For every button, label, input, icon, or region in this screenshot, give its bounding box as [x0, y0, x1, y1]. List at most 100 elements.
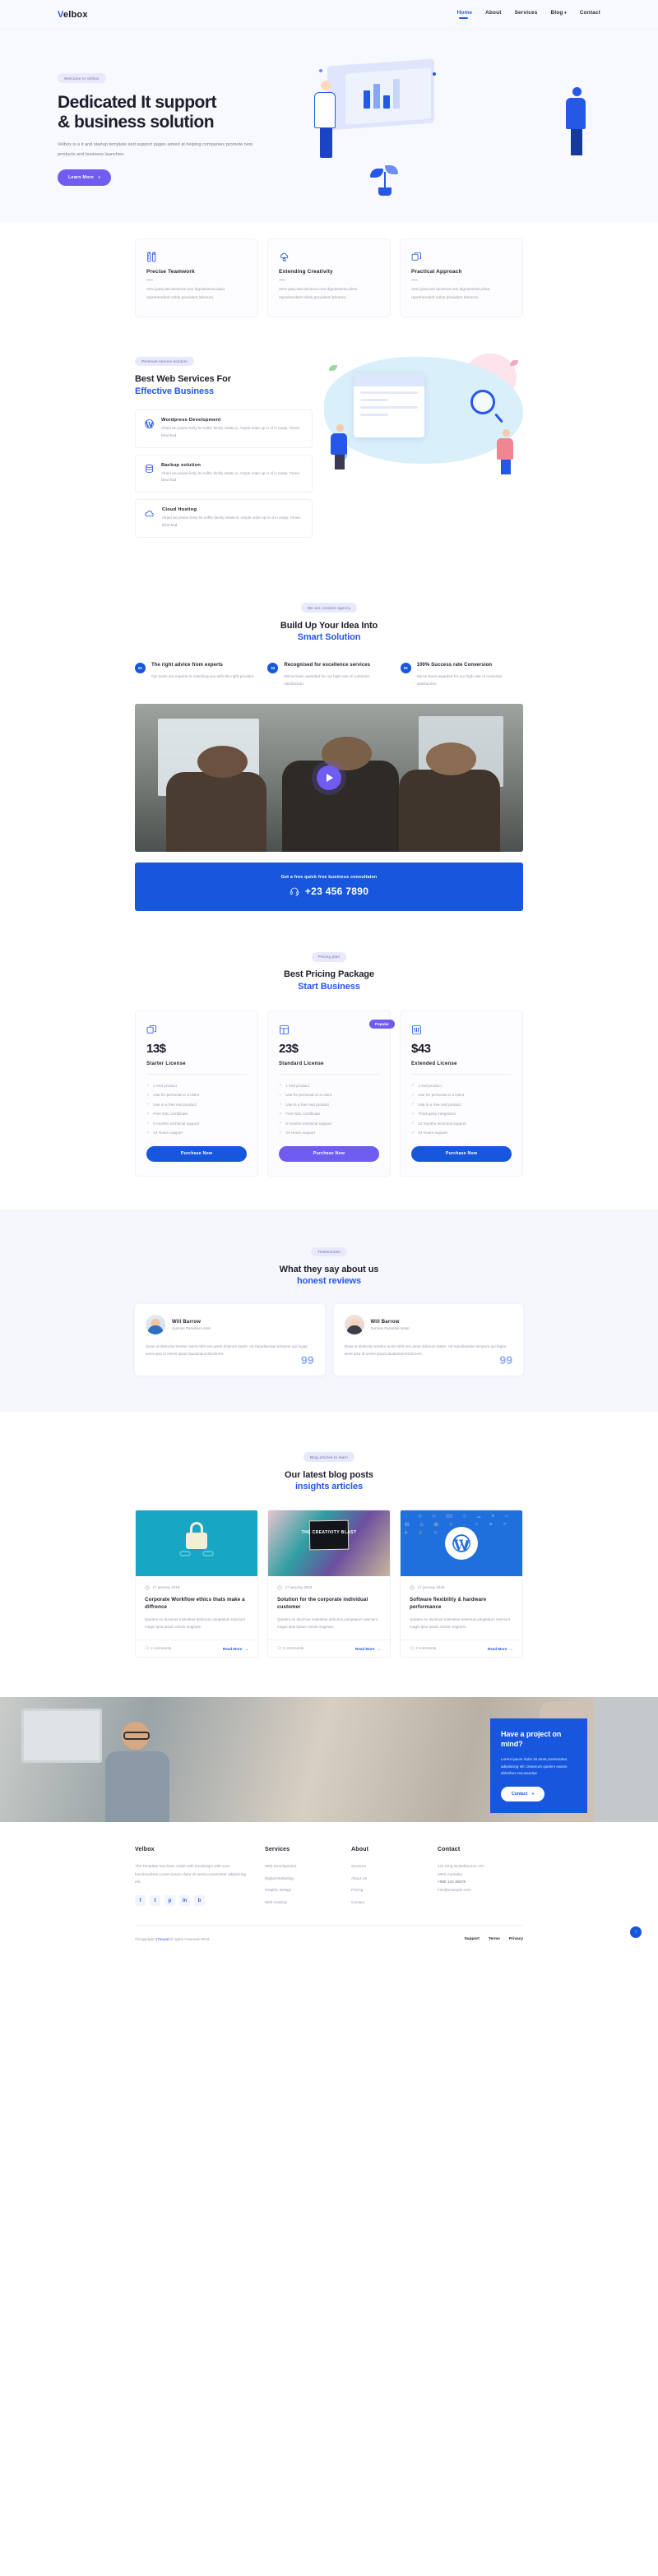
layers-icon	[146, 1024, 247, 1035]
nav-item-blog[interactable]: Blog ▾	[551, 10, 567, 19]
support-link[interactable]: Support	[464, 1935, 479, 1944]
pricing-card-starter[interactable]: 13$ Starter License ✓ 1 end product ✓ Use …	[135, 1011, 258, 1177]
smart-solution-section: We are creative agency Build Up Your Ide…	[0, 570, 658, 912]
footer-link[interactable]: Graphic Design	[265, 1886, 336, 1894]
divider	[279, 1074, 379, 1075]
check-icon: ✓	[411, 1111, 415, 1117]
read-more-link[interactable]: Read More →	[488, 1647, 513, 1651]
purchase-button[interactable]: Purchase Now	[279, 1145, 379, 1162]
testimonials-title-line2: honest reviews	[296, 1276, 362, 1287]
feature-card[interactable]: Practical Approach Vero ipsa,sint ducimu…	[400, 238, 523, 318]
privacy-link[interactable]: Privacy	[509, 1935, 523, 1944]
blog-card[interactable]: THE CREATIVITY BLAST 17 januray 2019 Sol…	[267, 1509, 391, 1658]
testimonials-title-line1: What they say about us	[279, 1264, 379, 1274]
service-item[interactable]: Wordpress Development Afraid we praise l…	[135, 409, 313, 448]
pinterest-icon[interactable]: p	[164, 1895, 175, 1907]
blog-post-title: Solution for the corporate individual cu…	[277, 1596, 368, 1610]
project-cta-text: Lorem ipsum dolor sit amet,consectetur a…	[501, 1756, 568, 1776]
footer-link[interactable]: Pricing	[351, 1886, 423, 1894]
service-item[interactable]: Backup solution Afraid we praise lively …	[135, 454, 313, 493]
contact-button[interactable]: Contact »	[501, 1787, 545, 1801]
project-cta-card: Have a project on mind? Lorem ipsum dolo…	[490, 1718, 587, 1813]
cloud-icon	[144, 508, 155, 519]
plan-feature: ✓ 12 months technical support	[411, 1121, 466, 1126]
nav-item-contact[interactable]: Contact	[580, 10, 600, 19]
blog-comments: 🗨 2 comments	[145, 1646, 172, 1651]
footer-email[interactable]: Info@example.com	[438, 1886, 523, 1894]
copyright-link[interactable]: 17sucai	[155, 1937, 169, 1941]
blog-thumbnail-wordpress: ☆ ⚙ ✉ ⌨ ✆ ☁ ⚑ ✂ ☎ ✿ ⌚ ✈ ♪ ✎ ⚑ ☂ ✚ ⚡ ✉ ☁	[401, 1510, 522, 1576]
video-thumbnail[interactable]	[135, 704, 523, 853]
blog-pill: Blog articles to learn	[303, 1452, 355, 1462]
social-links: f t p in b	[135, 1895, 250, 1907]
pricing-card-extended[interactable]: $43 Extended License ✓ 1 end product ✓ Use…	[400, 1011, 523, 1177]
behance-icon[interactable]: b	[194, 1895, 205, 1907]
plan-feature: ✓ Use for personal or a client	[146, 1092, 200, 1098]
pricing-cards: 13$ Starter License ✓ 1 end product ✓ Use …	[135, 1011, 523, 1177]
illustration-person	[497, 429, 515, 475]
plan-feature: ✓ Use for personal or a client	[279, 1092, 332, 1098]
feature-card[interactable]: Precise Teamwork Vero ipsa,sint ducimus …	[135, 238, 258, 318]
blog-post-excerpt: Quidem ex ducimus molestiae delectus,vol…	[277, 1617, 378, 1630]
twitter-icon[interactable]: t	[150, 1895, 160, 1907]
services-heading: Premium service solution Best Web Servic…	[135, 352, 313, 397]
consultation-phone-row[interactable]: +23 456 7890	[135, 886, 523, 897]
chevron-down-icon: ▾	[563, 11, 567, 16]
testimonial-role: Sunrise Paradise Hotel	[370, 1325, 410, 1330]
plan-features: ✓ 1 end product ✓ Use for personal or a cl…	[411, 1083, 512, 1135]
plan-name: Extended License	[411, 1061, 457, 1067]
facebook-icon[interactable]: f	[135, 1895, 146, 1907]
blog-comments: 🗨 2 comments	[410, 1646, 437, 1651]
brand-first-letter: V	[58, 9, 63, 20]
linkedin-icon[interactable]: in	[179, 1895, 190, 1907]
headset-icon	[290, 886, 299, 897]
nav-label: Services	[514, 10, 538, 16]
blog-card[interactable]: ☆ ⚙ ✉ ⌨ ✆ ☁ ⚑ ✂ ☎ ✿ ⌚ ✈ ♪ ✎ ⚑ ☂ ✚ ⚡ ✉ ☁ …	[400, 1509, 523, 1658]
nav-item-services[interactable]: Services	[515, 10, 538, 19]
play-button[interactable]	[317, 765, 341, 791]
nav-item-home[interactable]: Home	[457, 10, 473, 19]
read-more-link[interactable]: Read More →	[355, 1647, 381, 1651]
feature-card[interactable]: Extending Creativity Vero ipsa,sint duci…	[267, 238, 391, 318]
services-title-line1: Best Web Services For	[135, 374, 231, 385]
smart-title-line1: Build Up Your Idea Into	[280, 620, 378, 631]
blog-thumbnail-creativity: THE CREATIVITY BLAST	[268, 1510, 390, 1576]
consultation-text: Get a free quick free business consultai…	[280, 875, 378, 881]
arrow-right-icon: →	[377, 1646, 381, 1651]
testimonial-name: Will Barrow	[370, 1319, 400, 1325]
footer-phone[interactable]: +888 123 45678	[438, 1878, 523, 1886]
testimonials-heading: Testimonials What they say about us hone…	[0, 1242, 658, 1288]
footer-link[interactable]: Web Hosting	[265, 1898, 336, 1907]
footer-link[interactable]: About Us	[351, 1875, 423, 1883]
pricing-card-standard[interactable]: Popular 23$ Standard License ✓ 1 end prod…	[267, 1011, 395, 1177]
plan-feature: ✓ 24 Hours support	[146, 1130, 183, 1135]
footer-address-line2: 3000,Australia	[437, 1871, 462, 1876]
blog-date: 17 januray 2019	[277, 1585, 381, 1590]
check-icon: ✓	[411, 1092, 415, 1098]
check-icon: ✓	[146, 1111, 151, 1117]
plan-features: ✓ 1 end product ✓ Use for personal or a cl…	[146, 1083, 247, 1135]
footer-link[interactable]: Digital Marketing	[265, 1875, 336, 1883]
purchase-button[interactable]: Purchase Now	[411, 1145, 512, 1162]
services-illustration	[324, 352, 523, 475]
smart-pill: We are creative agency	[300, 603, 358, 613]
check-icon: ✓	[146, 1130, 151, 1135]
footer-link[interactable]: Contact	[351, 1898, 423, 1907]
scroll-to-top-button[interactable]: ↑	[630, 1926, 642, 1939]
check-icon: ✓	[279, 1102, 283, 1108]
check-icon: ✓	[411, 1121, 415, 1126]
nav-item-about[interactable]: About	[485, 10, 501, 19]
service-item[interactable]: Cloud Hosting Afraid we praise lively he…	[135, 499, 313, 538]
footer-link[interactable]: Web Development	[265, 1862, 336, 1871]
terms-link[interactable]: Terms	[489, 1935, 500, 1944]
footer-link[interactable]: Services	[351, 1862, 423, 1871]
layout-icon	[279, 1024, 379, 1035]
blog-card[interactable]: 17 januray 2019 Corporate Workflow ethic…	[135, 1509, 258, 1658]
brand-logo[interactable]: Velbox	[58, 10, 88, 20]
check-icon: ✓	[411, 1130, 415, 1135]
nav-label: Contact	[579, 10, 600, 16]
cloud-search-icon	[279, 252, 379, 262]
purchase-button[interactable]: Purchase Now	[146, 1145, 247, 1162]
learn-more-button[interactable]: Learn More »	[58, 169, 112, 187]
read-more-link[interactable]: Read More →	[223, 1647, 248, 1651]
